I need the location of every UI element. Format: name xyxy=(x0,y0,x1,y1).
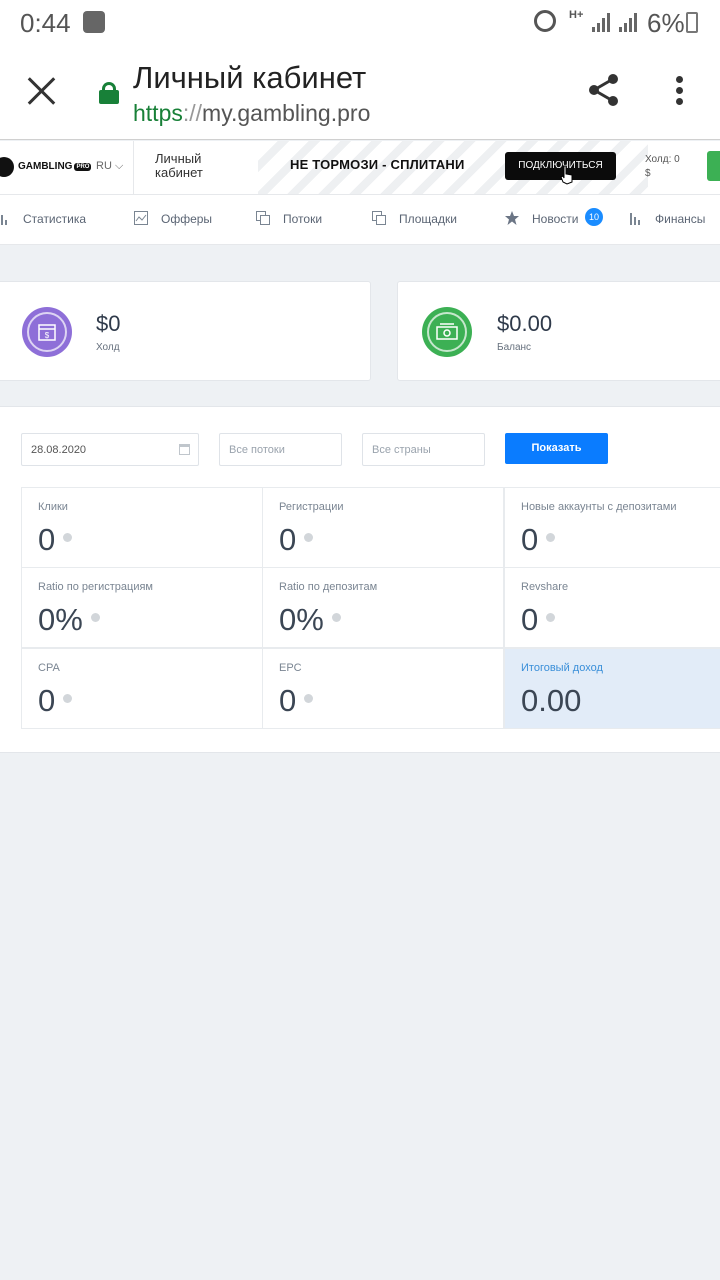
nav-item-finance[interactable]: Финансы xyxy=(655,212,705,226)
battery-percent: 6% xyxy=(647,8,685,38)
site-header: GAMBLING PRO RU ⌵ Личный кабинет НЕ ТОРМО… xyxy=(0,141,720,195)
url-scheme: https xyxy=(133,100,183,126)
star-icon xyxy=(505,211,519,225)
bar-chart-icon xyxy=(630,213,640,225)
header-title: Личный кабинет xyxy=(155,151,203,180)
close-icon[interactable] xyxy=(27,76,57,106)
copy-icon xyxy=(372,211,386,225)
logo-icon xyxy=(0,157,14,177)
calendar-dollar-icon: $ xyxy=(22,307,72,357)
battery-icon xyxy=(686,12,698,33)
stat-cpa: CPA 0 xyxy=(21,648,263,729)
wallet-icon xyxy=(422,307,472,357)
nav-item-statistics[interactable]: Статистика xyxy=(23,212,86,226)
offers-icon xyxy=(134,211,148,225)
calendar-icon xyxy=(179,444,190,455)
date-input[interactable]: 28.08.2020 xyxy=(21,433,199,466)
nav-item-platforms[interactable]: Площадки xyxy=(399,212,457,226)
stat-epc: EPC 0 xyxy=(262,648,504,729)
signal-icon xyxy=(619,12,639,32)
nav-item-offers[interactable]: Офферы xyxy=(161,212,212,226)
balance-card: $0.00 Баланс xyxy=(397,281,720,381)
streams-select[interactable]: Все потоки xyxy=(219,433,342,466)
hand-cursor-icon xyxy=(560,165,573,185)
url-host: my.gambling.pro xyxy=(202,100,371,126)
network-type: H+ xyxy=(569,9,584,21)
stat-ratio-registrations: Ratio по регистрациям 0% xyxy=(21,567,263,648)
stat-new-deposit-accounts: Новые аккаунты с депозитами 0 xyxy=(504,487,720,568)
header-action-button[interactable] xyxy=(707,151,720,181)
hold-value: $0 xyxy=(96,311,121,336)
url-separator: :// xyxy=(182,100,203,126)
status-bar: 0:44 H+ 6% xyxy=(0,0,720,44)
countries-select[interactable]: Все страны xyxy=(362,433,485,466)
browser-url[interactable]: https://my.gambling.pro xyxy=(133,100,370,127)
site-logo[interactable]: GAMBLING PRO xyxy=(18,161,92,172)
bar-chart-icon xyxy=(1,215,7,225)
hold-label: Холд xyxy=(96,342,120,353)
svg-text:$: $ xyxy=(45,331,50,340)
main-nav: Статистика Офферы Потоки Площадки Новост… xyxy=(0,195,720,245)
divider xyxy=(133,141,134,194)
stat-total-income: Итоговый доход 0.00 xyxy=(504,648,720,729)
news-badge: 10 xyxy=(585,208,603,226)
signal-icon xyxy=(592,12,612,32)
lock-icon xyxy=(99,82,119,104)
wifi-icon xyxy=(83,11,105,33)
stat-registrations: Регистрации 0 xyxy=(262,487,504,568)
stat-revshare: Revshare 0 xyxy=(504,567,720,648)
browser-bar: Личный кабинет https://my.gambling.pro xyxy=(0,44,720,140)
more-menu-icon[interactable] xyxy=(674,76,686,106)
stat-ratio-deposits: Ratio по депозитам 0% xyxy=(262,567,504,648)
alarm-icon xyxy=(534,10,556,32)
header-hold: Холд: 0 $ xyxy=(645,154,680,179)
stat-clicks: Клики 0 xyxy=(21,487,263,568)
browser-page-title: Личный кабинет xyxy=(133,60,367,95)
copy-icon xyxy=(256,211,270,225)
balance-value: $0.00 xyxy=(497,311,553,336)
chevron-down-icon: ⌵ xyxy=(114,160,124,172)
banner-text: НЕ ТОРМОЗИ - СПЛИТАНИ xyxy=(290,157,465,172)
language-selector[interactable]: RU ⌵ xyxy=(96,160,123,173)
balance-label: Баланс xyxy=(497,342,532,353)
share-icon[interactable] xyxy=(586,72,622,108)
nav-item-streams[interactable]: Потоки xyxy=(283,212,322,226)
stats-panel: 28.08.2020 Все потоки Все страны Показат… xyxy=(0,406,720,753)
hold-card: $ $0 Холд xyxy=(0,281,371,381)
nav-item-news[interactable]: Новости xyxy=(532,212,578,226)
status-time: 0:44 xyxy=(20,8,71,38)
stats-grid: Клики 0 Регистрации 0 Новые аккаунты с д… xyxy=(21,487,720,730)
show-button[interactable]: Показать xyxy=(505,433,608,464)
